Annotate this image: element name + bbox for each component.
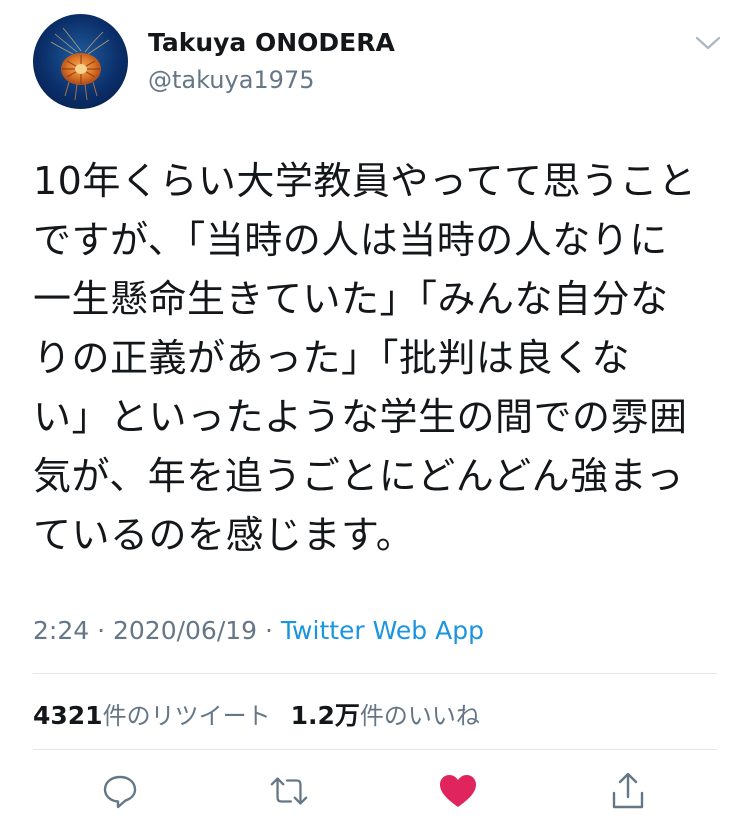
- tweet-text: 10年くらい大学教員やってて思うこと ですが、「当時の人は当時の人なりに 一生懸…: [33, 159, 697, 557]
- tweet-stats: 4321件のリツイート 1.2万件のいいね: [33, 696, 480, 732]
- retweet-count: 4321: [33, 701, 103, 730]
- divider: [33, 673, 717, 674]
- like-stat[interactable]: 1.2万件のいいね: [290, 701, 480, 730]
- reply-button[interactable]: [99, 770, 141, 812]
- like-count: 1.2万: [290, 701, 360, 730]
- avatar[interactable]: [33, 14, 128, 109]
- meta-separator: ·: [257, 616, 281, 645]
- tweet-source-link[interactable]: Twitter Web App: [281, 616, 484, 645]
- display-name[interactable]: Takuya ONODERA: [148, 28, 395, 57]
- share-icon: [612, 772, 644, 809]
- heart-icon: [440, 775, 476, 807]
- like-button[interactable]: [437, 770, 479, 812]
- share-button[interactable]: [607, 770, 649, 812]
- tweet-time: 2:24: [33, 616, 90, 645]
- divider: [33, 749, 717, 750]
- reply-icon: [103, 775, 137, 809]
- retweet-label: 件のリツイート: [102, 702, 271, 730]
- tweet-date: 2020/06/19: [112, 616, 258, 645]
- jellyfish-avatar-image: [50, 27, 110, 101]
- like-label: 件のいいね: [359, 702, 480, 730]
- meta-separator: ·: [89, 616, 113, 645]
- tweet-meta: 2:24 · 2020/06/19 · Twitter Web App: [33, 616, 484, 645]
- username-handle[interactable]: @takuya1975: [148, 66, 314, 94]
- retweet-icon: [270, 777, 308, 805]
- chevron-down-icon[interactable]: [694, 32, 722, 54]
- retweet-button[interactable]: [268, 770, 310, 812]
- retweet-stat[interactable]: 4321件のリツイート: [33, 701, 271, 730]
